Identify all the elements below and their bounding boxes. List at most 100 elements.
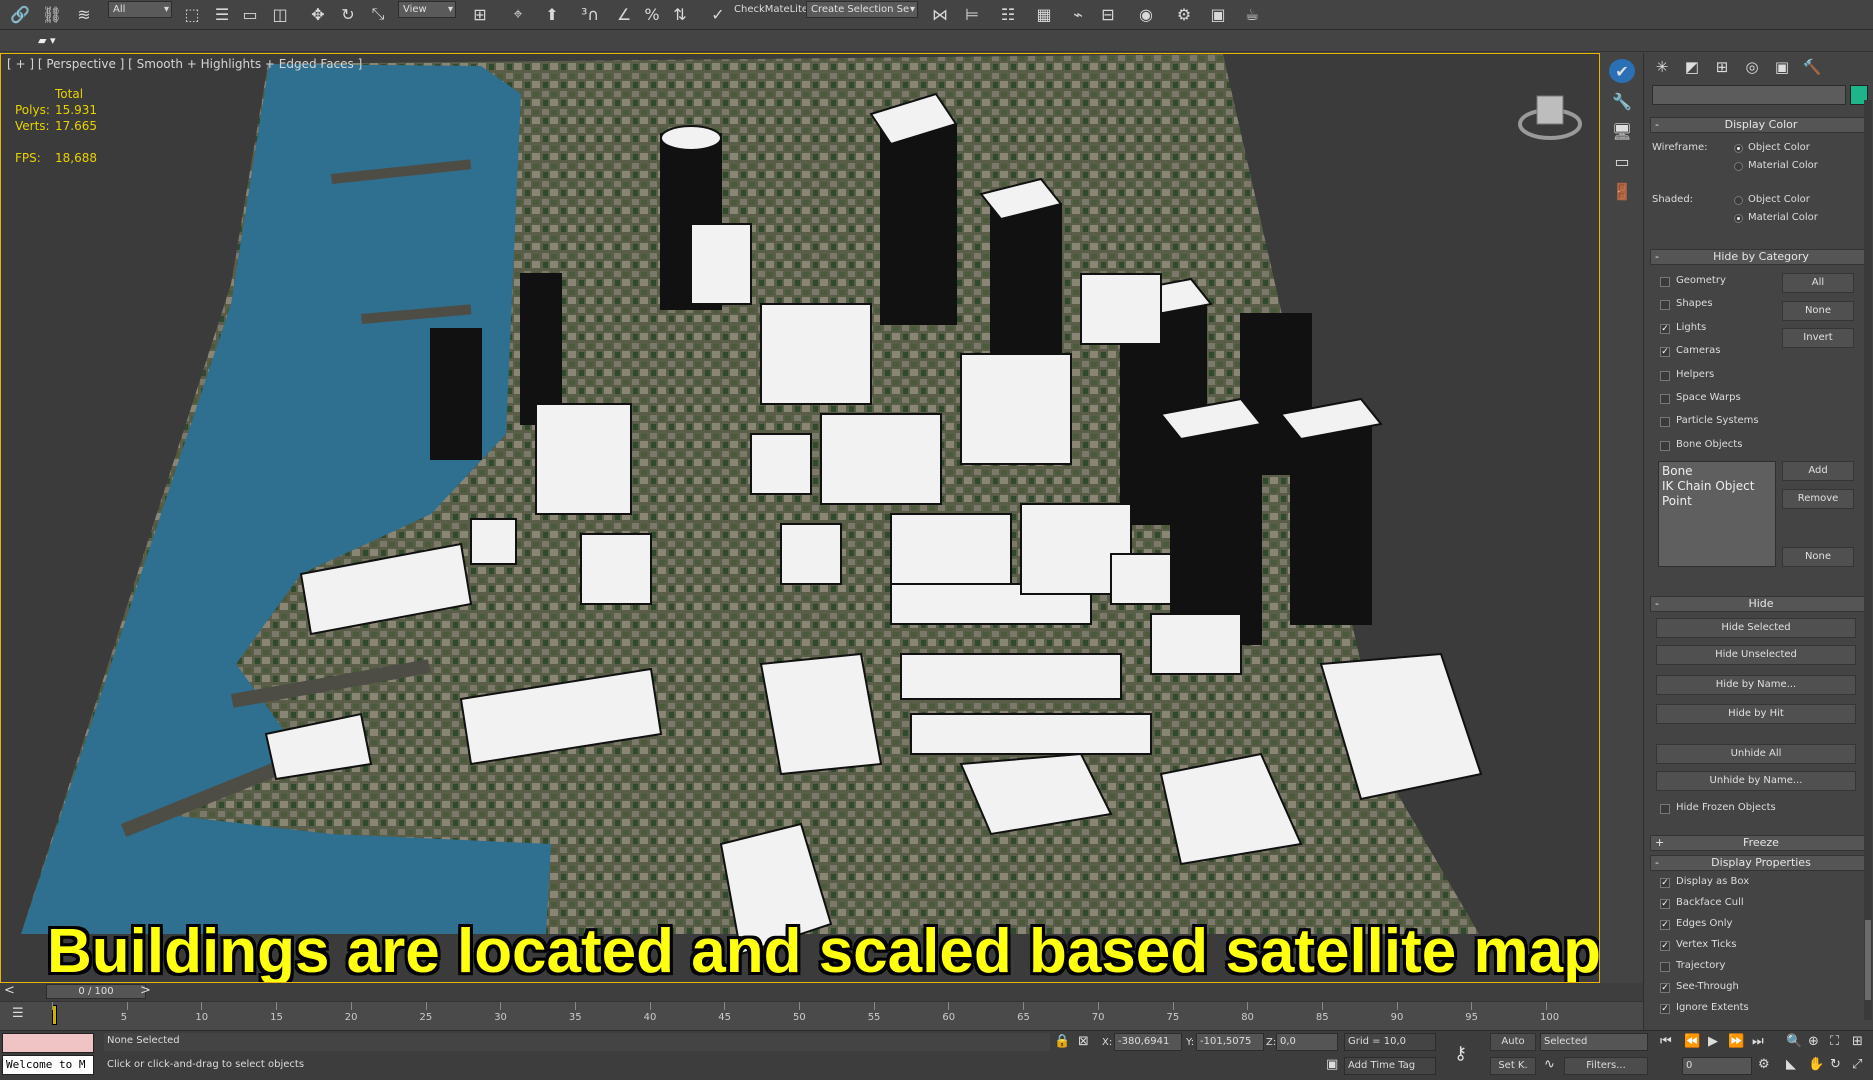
scrollbar-thumb[interactable] xyxy=(1865,920,1871,1000)
vertex-ticks-checkbox[interactable]: ✓ xyxy=(1660,941,1670,951)
cameras-checkbox[interactable]: ✓ xyxy=(1660,347,1670,357)
set-key-icon[interactable]: ⚷ xyxy=(1454,1043,1467,1064)
unhide-by-name-button[interactable]: Unhide by Name... xyxy=(1656,771,1856,791)
angle-snap-icon[interactable]: ∠ xyxy=(612,2,636,26)
category-list[interactable]: Bone IK Chain Object Point xyxy=(1658,461,1776,567)
y-coordinate-field[interactable]: -101,5075 xyxy=(1196,1033,1264,1051)
none-list-button[interactable]: None xyxy=(1782,547,1854,567)
layer-manager-icon[interactable]: ☷ xyxy=(996,2,1020,26)
display-properties-header[interactable]: - Display Properties xyxy=(1650,855,1872,871)
scene-render[interactable] xyxy=(1,54,1600,983)
all-button[interactable]: All xyxy=(1782,273,1854,293)
zoom-extents-icon[interactable]: ⛶ xyxy=(1830,1034,1839,1049)
x-coordinate-field[interactable]: -380,6941 xyxy=(1114,1033,1182,1051)
previous-frame-icon[interactable]: ⏪ xyxy=(1684,1034,1700,1049)
key-mode-dropdown[interactable]: Selected xyxy=(1540,1033,1648,1051)
backface-cull-checkbox[interactable]: ✓ xyxy=(1660,899,1670,909)
play-icon[interactable]: ▶ xyxy=(1708,1034,1718,1049)
key-filters-button[interactable]: Filters... xyxy=(1564,1057,1648,1075)
wireframe-object-color-radio[interactable] xyxy=(1734,144,1743,153)
geometry-checkbox[interactable] xyxy=(1660,277,1670,287)
object-name-field[interactable] xyxy=(1652,85,1846,105)
track-bar[interactable]: ☰ 5 10 15 20 25 30 35 40 45 50 55 60 65 70 75 80 85 90 95 1… xyxy=(0,1001,1643,1030)
select-and-link-icon[interactable]: 🔗 xyxy=(8,2,32,26)
scene-explorer-icon[interactable]: ▦ xyxy=(1032,2,1056,26)
bone-objects-checkbox[interactable] xyxy=(1660,441,1670,451)
current-frame-field[interactable]: 0 xyxy=(1682,1057,1752,1075)
hide-by-category-header[interactable]: - Hide by Category xyxy=(1650,249,1872,265)
utilities-tab-icon[interactable]: 🔨 xyxy=(1800,55,1824,79)
mini-curve-editor-icon[interactable]: ☰ xyxy=(12,1006,24,1021)
see-through-checkbox[interactable]: ✓ xyxy=(1660,983,1670,993)
next-frame-icon[interactable]: ⏩ xyxy=(1728,1034,1744,1049)
hide-selected-button[interactable]: Hide Selected xyxy=(1656,618,1856,638)
hide-by-name-button[interactable]: Hide by Name... xyxy=(1656,675,1856,695)
bind-to-spacewarp-icon[interactable]: ≋ xyxy=(72,2,96,26)
rectangular-selection-icon[interactable]: ▭ xyxy=(238,2,262,26)
checkmark-icon[interactable]: ✔ xyxy=(1609,59,1635,83)
perspective-viewport[interactable]: [ + ] [ Perspective ] [ Smooth + Highlig… xyxy=(0,53,1600,983)
list-item[interactable]: Bone xyxy=(1662,464,1772,479)
particle-systems-checkbox[interactable] xyxy=(1660,417,1670,427)
list-item[interactable]: IK Chain Object xyxy=(1662,479,1772,494)
auto-key-button[interactable]: Auto xyxy=(1490,1033,1536,1051)
add-button[interactable]: Add xyxy=(1782,461,1854,481)
motion-tab-icon[interactable]: ◎ xyxy=(1740,55,1764,79)
viewcube-icon[interactable] xyxy=(1515,84,1585,144)
go-to-end-icon[interactable]: ⏭ xyxy=(1752,1034,1764,1049)
field-of-view-icon[interactable]: ◣ xyxy=(1786,1057,1796,1072)
maxscript-listener[interactable] xyxy=(2,1033,94,1053)
scale-icon[interactable]: ⤡ xyxy=(366,2,390,26)
pan-icon[interactable]: ✋ xyxy=(1808,1057,1824,1072)
rendered-frame-icon[interactable]: ▣ xyxy=(1206,2,1230,26)
list-item[interactable]: Point xyxy=(1662,494,1772,509)
zoom-icon[interactable]: 🔍 xyxy=(1786,1034,1802,1049)
unhide-all-button[interactable]: Unhide All xyxy=(1656,744,1856,764)
create-tab-icon[interactable]: ✳ xyxy=(1650,55,1674,79)
named-selection-dropdown[interactable]: Create Selection Se xyxy=(806,1,918,18)
select-object-icon[interactable]: ⬚ xyxy=(180,2,204,26)
add-time-tag-field[interactable]: Add Time Tag xyxy=(1344,1057,1436,1075)
lights-checkbox[interactable]: ✓ xyxy=(1660,324,1670,334)
maxscript-mini-listener[interactable]: Welcome to M xyxy=(2,1055,94,1075)
drill-icon[interactable]: 🔧 xyxy=(1609,89,1635,113)
freeze-header[interactable]: + Freeze xyxy=(1650,835,1872,851)
hide-header[interactable]: - Hide xyxy=(1650,596,1872,612)
hierarchy-tab-icon[interactable]: ⊞ xyxy=(1710,55,1734,79)
space-warps-checkbox[interactable] xyxy=(1660,394,1670,404)
edges-only-checkbox[interactable]: ✓ xyxy=(1660,920,1670,930)
absolute-mode-icon[interactable]: ⊠ xyxy=(1078,1034,1089,1049)
reference-coordinate-dropdown[interactable]: View xyxy=(398,1,456,18)
select-by-name-icon[interactable]: ☰ xyxy=(210,2,234,26)
trajectory-checkbox[interactable] xyxy=(1660,962,1670,972)
align-icon[interactable]: ⊨ xyxy=(960,2,984,26)
key-filters-icon[interactable]: ∿ xyxy=(1544,1057,1555,1072)
snaps-toggle-icon[interactable]: ³∩ xyxy=(578,2,602,26)
render-icon[interactable]: ☕ xyxy=(1240,2,1264,26)
viewport-label[interactable]: [ + ] [ Perspective ] [ Smooth + Highlig… xyxy=(7,57,362,71)
window-crossing-icon[interactable]: ◫ xyxy=(268,2,292,26)
checkmate-icon[interactable]: ✓ xyxy=(706,2,730,26)
time-slider[interactable]: 0 / 100 xyxy=(46,984,146,999)
z-coordinate-field[interactable]: 0,0 xyxy=(1276,1033,1338,1051)
rotate-icon[interactable]: ↻ xyxy=(336,2,360,26)
display-color-header[interactable]: - Display Color xyxy=(1650,117,1872,133)
shapes-checkbox[interactable] xyxy=(1660,300,1670,310)
percent-snap-icon[interactable]: % xyxy=(640,2,664,26)
panel-scrollbar[interactable] xyxy=(1864,100,1872,1020)
move-icon[interactable]: ✥ xyxy=(306,2,330,26)
remove-button[interactable]: Remove xyxy=(1782,489,1854,509)
shaded-material-color-radio[interactable] xyxy=(1734,214,1743,223)
select-manipulate-icon[interactable]: ⌖ xyxy=(506,2,530,26)
selection-filter-dropdown[interactable]: All xyxy=(108,1,172,18)
viewport-layout-icon[interactable]: ▰ ▾ xyxy=(38,34,55,47)
wireframe-material-color-radio[interactable] xyxy=(1734,162,1743,171)
render-setup-icon[interactable]: ⚙ xyxy=(1172,2,1196,26)
mirror-icon[interactable]: ⋈ xyxy=(928,2,952,26)
zoom-extents-all-icon[interactable]: ⊞ xyxy=(1852,1034,1863,1049)
prev-frame-icon[interactable]: < xyxy=(4,983,15,998)
none-button[interactable]: None xyxy=(1782,301,1854,321)
time-tag-icon[interactable]: ▣ xyxy=(1326,1057,1338,1072)
hide-by-hit-button[interactable]: Hide by Hit xyxy=(1656,704,1856,724)
invert-button[interactable]: Invert xyxy=(1782,328,1854,348)
